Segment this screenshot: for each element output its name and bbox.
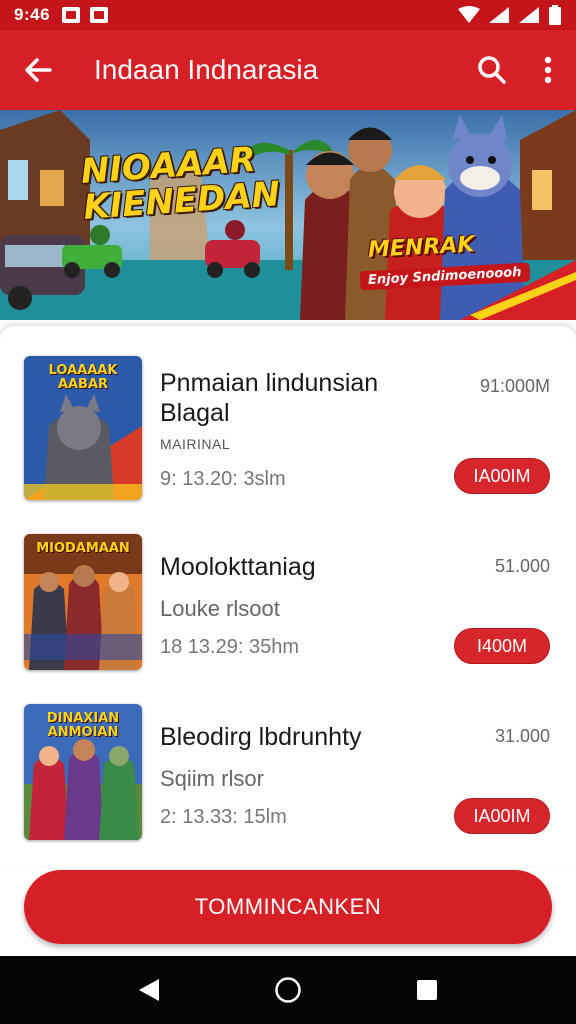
nav-home-button[interactable] (258, 960, 318, 1020)
item-action-button[interactable]: I400M (454, 628, 550, 664)
battery-icon (549, 5, 561, 25)
game-subtitle: Sqiim rlsor (160, 766, 264, 791)
game-price: 51.000 (494, 556, 550, 576)
game-name: Bleodirg lbdrunhty (160, 723, 362, 751)
banner-title: NIOAAAR KIENEDAN (79, 139, 282, 228)
game-tag: MAIRINAL (160, 436, 231, 452)
more-options-button[interactable] (520, 30, 576, 110)
triangle-back-icon (139, 979, 160, 1001)
game-meta: 2: 13.33: 15lm (160, 806, 287, 828)
notification-image-icon (62, 7, 81, 23)
thumbnail-title: LOAAAAK AABAR (48, 363, 118, 392)
square-recents-icon (416, 980, 437, 1000)
item-action-button[interactable]: IA00IM (454, 798, 550, 834)
notification-app-icon (90, 7, 109, 23)
back-button[interactable] (0, 30, 76, 110)
nav-back-button[interactable] (119, 960, 179, 1020)
game-name: Pnmaian lindunsian (160, 369, 379, 397)
wifi-icon (458, 6, 480, 23)
game-price: 31.000 (494, 726, 550, 746)
app-bar: Indaan Indnarasia (0, 30, 576, 110)
signal-icon (489, 7, 509, 23)
search-button[interactable] (464, 30, 520, 110)
status-time: 9:46 (14, 5, 51, 24)
game-price: 91:000M (479, 376, 550, 396)
game-thumbnail[interactable]: DINAXIAN ANMOIAN (24, 704, 142, 840)
system-nav-bar (0, 956, 576, 1024)
search-icon (478, 56, 506, 84)
primary-cta-button[interactable]: TOMMINCANKEN (24, 870, 552, 944)
more-vert-icon (544, 56, 552, 84)
game-meta: 18 13.29: 35hm (160, 636, 299, 658)
list-item[interactable]: LOAAAAK AABAR Pnmaian lindunsian Blagal … (0, 356, 576, 506)
circle-home-icon (275, 977, 301, 1003)
game-name: Moolokttaniag (160, 553, 316, 581)
status-bar: 9:46 (0, 0, 576, 30)
page-title: Indaan Indnarasia (94, 54, 319, 85)
thumbnail-title: MIODAMAAN (36, 541, 130, 556)
game-subtitle: Louke rlsoot (160, 596, 280, 621)
list-item[interactable]: DINAXIAN ANMOIAN Bleodirg lbdrunhty Sqii… (0, 704, 576, 854)
game-thumbnail[interactable]: MIODAMAAN (24, 534, 142, 670)
list-item[interactable]: MIODAMAAN Moolokttaniag Louke rlsoot 18 … (0, 534, 576, 684)
game-list: LOAAAAK AABAR Pnmaian lindunsian Blagal … (0, 326, 576, 866)
thumbnail-title: DINAXIAN ANMOIAN (46, 711, 120, 740)
nav-recents-button[interactable] (397, 960, 457, 1020)
game-meta: 9: 13.20: 3slm (160, 468, 286, 490)
game-thumbnail[interactable]: LOAAAAK AABAR (24, 356, 142, 500)
item-action-button[interactable]: IA00IM (454, 458, 550, 494)
arrow-left-icon (25, 58, 52, 82)
signal-icon-2 (519, 7, 539, 23)
promo-banner[interactable]: NIOAAAR KIENEDAN MENRAK Enjoy Sndimoenoo… (0, 110, 576, 320)
game-name-line2: Blagal (160, 399, 230, 427)
